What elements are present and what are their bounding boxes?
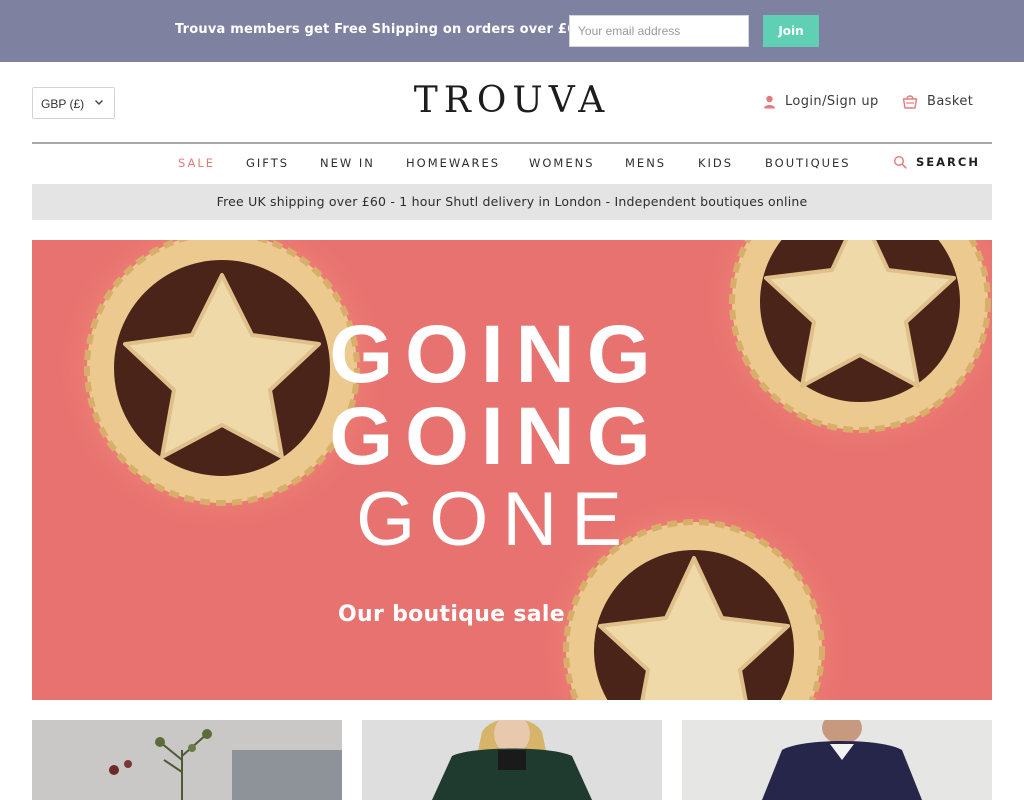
promo-bar: Trouva members get Free Shipping on orde…: [0, 0, 1024, 62]
hero-subtitle: Our boutique sale: [338, 602, 565, 627]
nav-item-gifts[interactable]: GIFTS: [246, 156, 289, 170]
header-divider: [32, 142, 992, 144]
nav-item-new-in[interactable]: NEW IN: [320, 156, 375, 170]
nav-item-kids[interactable]: KIDS: [698, 156, 733, 170]
basket-label: Basket: [927, 94, 974, 109]
nav-item-boutiques[interactable]: BOUTIQUES: [765, 156, 851, 170]
main-nav: SALE GIFTS NEW IN HOMEWARES WOMENS MENS …: [0, 155, 1024, 172]
hero-banner[interactable]: GOING GOING GONE Our boutique sale: [32, 240, 992, 700]
nav-item-homewares[interactable]: HOMEWARES: [406, 156, 500, 170]
info-strip: Free UK shipping over £60 - 1 hour Shutl…: [32, 184, 992, 220]
nav-item-sale[interactable]: SALE: [178, 156, 215, 170]
hero-headline-line-3: GONE: [356, 477, 636, 562]
search-icon: [893, 155, 907, 169]
user-icon: [764, 95, 775, 108]
promo-text: Trouva members get Free Shipping on orde…: [175, 22, 610, 37]
join-button[interactable]: Join: [763, 15, 819, 47]
login-link[interactable]: Login/Sign up: [763, 94, 879, 109]
basket-link[interactable]: Basket: [902, 94, 973, 109]
hero-headline-line-1: GOING: [329, 309, 663, 400]
nav-item-womens[interactable]: WOMENS: [529, 156, 595, 170]
woman-model-photo: [362, 720, 662, 800]
search-button[interactable]: SEARCH: [893, 155, 980, 169]
basket-icon: [902, 95, 918, 109]
nav-item-mens[interactable]: MENS: [625, 156, 666, 170]
category-tile-mens[interactable]: [682, 720, 992, 800]
login-label: Login/Sign up: [785, 94, 879, 109]
category-tile-homewares[interactable]: [32, 720, 342, 800]
category-tile-womens[interactable]: [362, 720, 662, 800]
plant-photo: [32, 720, 342, 800]
search-label: SEARCH: [916, 155, 980, 169]
hero-headline-line-2: GOING: [329, 391, 663, 482]
man-model-photo: [682, 720, 992, 800]
email-field[interactable]: [569, 15, 749, 47]
